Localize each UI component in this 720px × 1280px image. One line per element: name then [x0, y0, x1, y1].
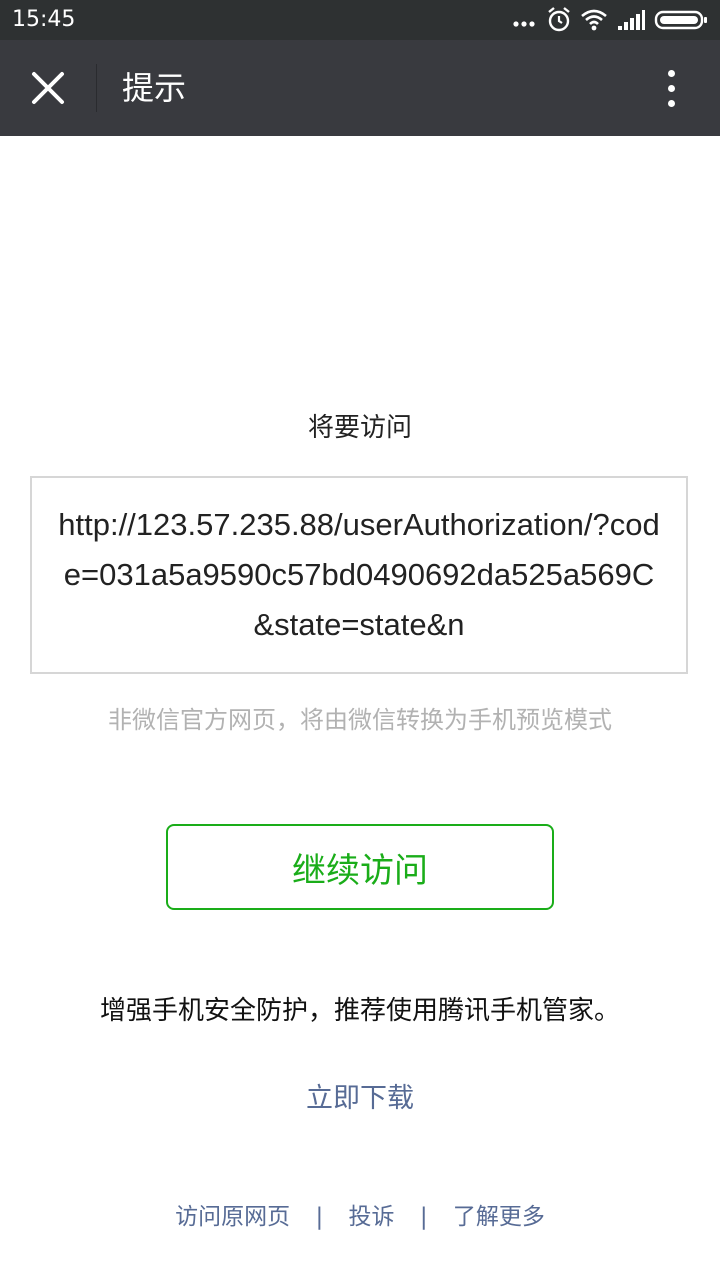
- visit-heading: 将要访问: [307, 413, 412, 443]
- more-dots-icon: [513, 21, 535, 27]
- target-url: http://123.57.235.88/userAuthorization/?…: [58, 507, 660, 642]
- footer-separator: |: [315, 1204, 324, 1230]
- continue-visit-button[interactable]: 继续访问: [166, 824, 554, 910]
- footer-separator: |: [419, 1204, 428, 1230]
- download-now-link[interactable]: 立即下载: [306, 1083, 414, 1114]
- wifi-icon: [581, 9, 607, 31]
- title-divider: [96, 64, 97, 112]
- page-title: 提示: [122, 69, 187, 107]
- footer-links: 访问原网页 | 投诉 | 了解更多: [0, 1200, 720, 1234]
- download-area: 立即下载: [0, 1080, 720, 1118]
- close-button[interactable]: [20, 60, 76, 116]
- close-icon: [32, 72, 64, 104]
- report-link[interactable]: 投诉: [349, 1204, 395, 1230]
- visit-original-page-link[interactable]: 访问原网页: [175, 1204, 290, 1230]
- signal-icon: [618, 10, 645, 30]
- alarm-icon: [548, 7, 570, 32]
- more-options-button[interactable]: [652, 62, 692, 114]
- security-promo-text: 增强手机安全防护，推荐使用腾讯手机管家。: [99, 996, 620, 1026]
- title-bar: 提示: [0, 40, 720, 136]
- learn-more-link[interactable]: 了解更多: [453, 1204, 545, 1230]
- more-vertical-icon: [668, 70, 675, 77]
- status-time: 15:45: [12, 7, 76, 32]
- battery-icon: [654, 10, 707, 30]
- preview-notice: 非微信官方网页，将由微信转换为手机预览模式: [108, 706, 612, 734]
- url-box: http://123.57.235.88/userAuthorization/?…: [30, 476, 688, 674]
- status-bar: 15:45: [0, 0, 720, 40]
